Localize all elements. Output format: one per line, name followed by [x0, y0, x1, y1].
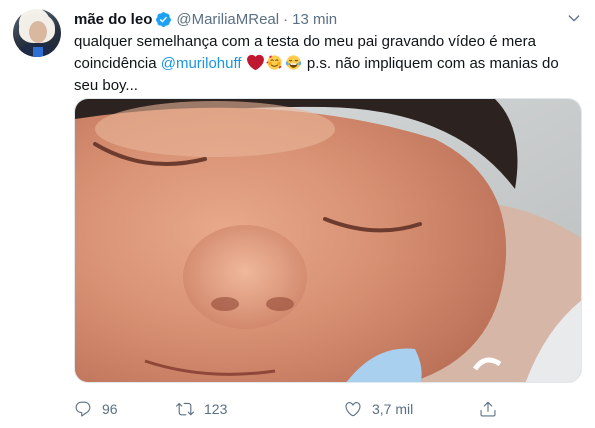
user-handle[interactable]: @MariliaMReal [176, 11, 279, 28]
mention-link[interactable]: @murilohuff [161, 55, 242, 72]
avatar-face [29, 21, 47, 43]
retweet-icon [176, 402, 194, 416]
heart-outline-icon [345, 402, 361, 417]
avatar[interactable] [13, 9, 61, 57]
tweet-image[interactable] [74, 98, 582, 383]
face-with-tears-of-joy-icon [285, 55, 301, 70]
red-heart-icon [246, 54, 264, 71]
avatar-shirt-detail [33, 47, 43, 57]
tweet-header: mãe do leo @MariliaMReal · 13 min [74, 9, 337, 29]
chevron-down-icon[interactable] [566, 10, 582, 26]
tweet-card[interactable]: mãe do leo @MariliaMReal · 13 min qualqu… [0, 0, 595, 428]
tweet-timestamp[interactable]: 13 min [292, 11, 337, 28]
display-name[interactable]: mãe do leo [74, 11, 152, 28]
like-count: 3,7 mil [372, 401, 414, 417]
retweet-count: 123 [204, 401, 228, 417]
like-button[interactable]: 3,7 mil [344, 397, 413, 421]
reply-button[interactable]: 96 [74, 397, 118, 421]
smiling-face-with-hearts-icon [266, 55, 282, 70]
share-button[interactable] [479, 397, 497, 421]
separator-dot: · [283, 10, 289, 28]
tweet-text: qualquer semelhança com a testa do meu p… [74, 31, 574, 97]
reply-icon [75, 401, 91, 417]
verified-badge-icon [156, 11, 172, 27]
share-icon [480, 401, 496, 417]
baby-photo [75, 99, 581, 382]
retweet-button[interactable]: 123 [176, 397, 227, 421]
tweet-actions: 96 123 3,7 mil [74, 397, 504, 421]
reply-count: 96 [102, 401, 118, 417]
